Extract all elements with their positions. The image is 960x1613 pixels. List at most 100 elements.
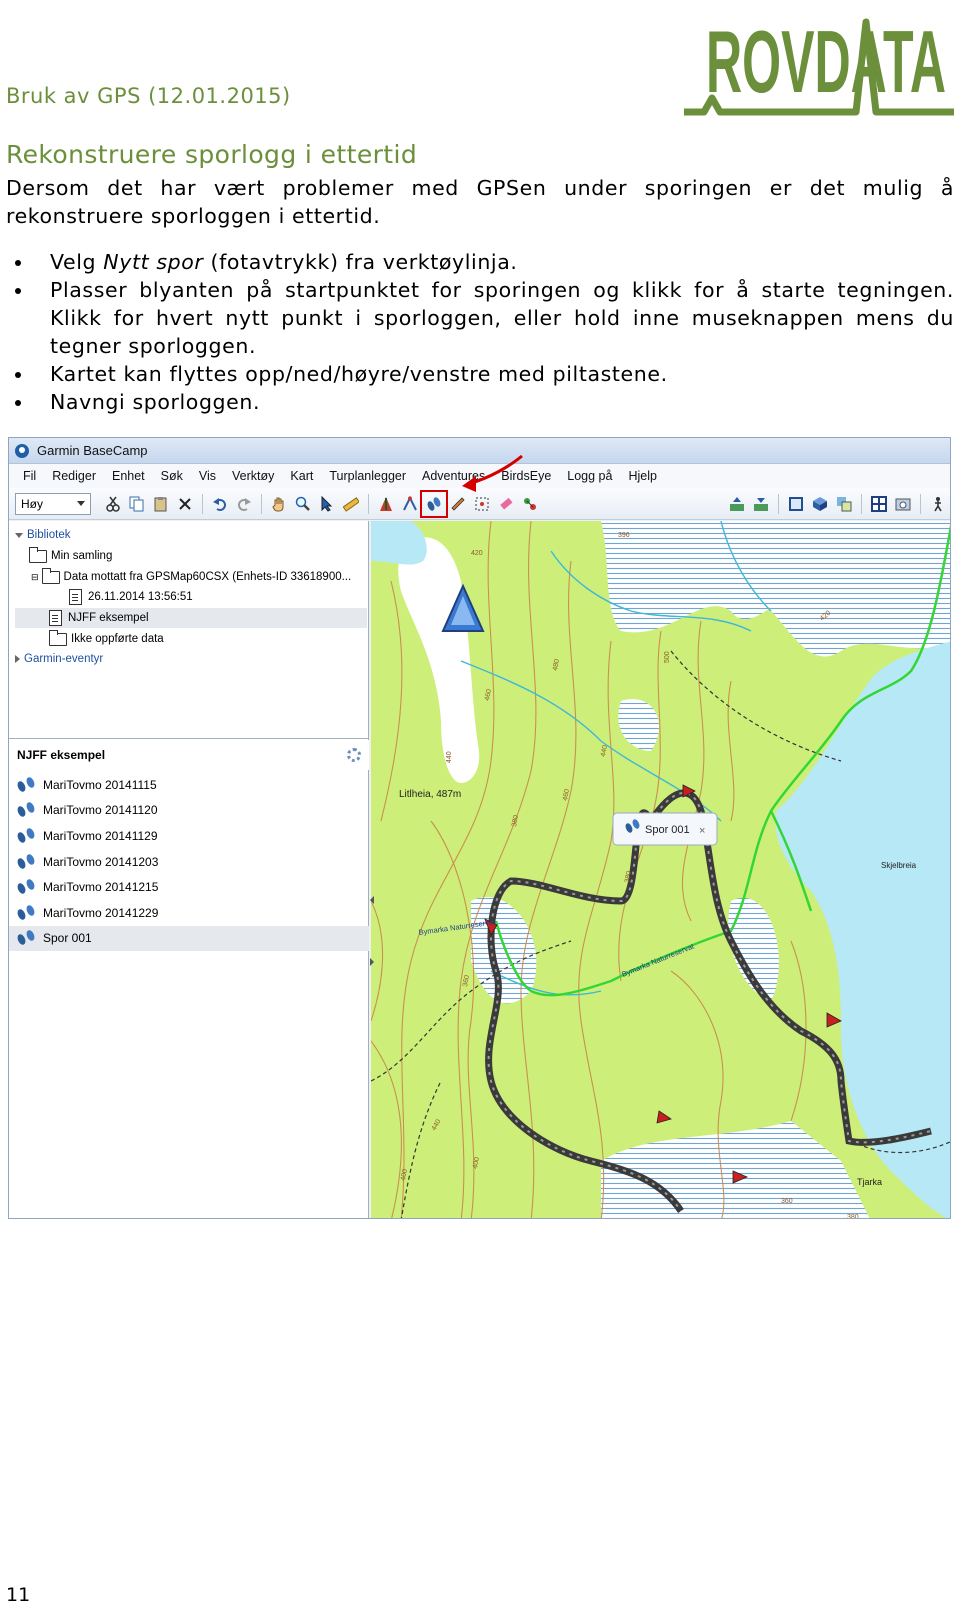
contour-label: 396	[618, 532, 630, 539]
2d-map-icon[interactable]	[786, 494, 806, 514]
callout-label: Spor 001	[645, 824, 690, 836]
library-tree: Bibliotek Min samling ⊟ Data mottatt fra…	[9, 521, 369, 739]
track-row[interactable]: MariTovmo 20141115	[9, 772, 369, 798]
track-footprint-icon	[16, 775, 37, 793]
menu-file[interactable]: Fil	[15, 469, 44, 483]
peak-label: Litlheia, 487m	[399, 789, 461, 800]
menu-device[interactable]: Enhet	[104, 469, 153, 483]
contour-label: 500	[664, 651, 671, 663]
delete-icon[interactable]	[175, 494, 195, 514]
menu-map[interactable]: Kart	[282, 469, 321, 483]
new-route-icon[interactable]	[400, 494, 420, 514]
photo-icon[interactable]	[893, 494, 913, 514]
page-number: 11	[6, 1584, 31, 1606]
tree-item-njff-example[interactable]: NJFF eksempel	[15, 608, 367, 628]
gear-icon[interactable]	[347, 748, 361, 762]
track-footprint-icon	[16, 878, 37, 896]
menu-search[interactable]: Søk	[153, 469, 191, 483]
list-item: Velg Nytt spor (fotavtrykk) fra verktøyl…	[0, 248, 954, 276]
list-item-text: Navngi sporloggen.	[50, 390, 261, 414]
list-item-text: Kartet kan flyttes opp/ned/høyre/venstre…	[50, 362, 668, 386]
expand-pane-icon[interactable]	[370, 958, 374, 966]
hiker-icon[interactable]	[928, 494, 948, 514]
collapse-toggle-icon[interactable]: ⊟	[31, 572, 39, 583]
redo-icon[interactable]	[234, 494, 254, 514]
folder-icon	[41, 567, 60, 584]
undo-icon[interactable]	[210, 494, 230, 514]
tree-item-label: 26.11.2014 13:56:51	[88, 591, 193, 603]
section-heading: Rekonstruere sporlogg i ettertid	[6, 140, 418, 169]
track-name: MariTovmo 20141115	[43, 777, 157, 792]
chevron-down-icon[interactable]	[15, 532, 23, 538]
track-name: Spor 001	[43, 931, 92, 946]
list-header: NJFF eksempel	[9, 740, 369, 770]
send-to-device-icon[interactable]	[727, 494, 747, 514]
receive-from-device-icon[interactable]	[751, 494, 771, 514]
track-row[interactable]: MariTovmo 20141229	[9, 900, 369, 926]
tree-item-unlisted-data[interactable]: Ikke oppførte data	[49, 629, 164, 649]
tree-item-label: Data mottatt fra GPSMap60CSX (Enhets-ID …	[63, 571, 352, 583]
split-view-icon[interactable]	[869, 494, 889, 514]
bullet-dot	[15, 260, 21, 266]
new-track-footprint-icon[interactable]	[420, 489, 448, 518]
contour-label: 360	[781, 1198, 793, 1205]
tree-item-device-list[interactable]: 26.11.2014 13:56:51	[69, 587, 193, 607]
track-footprint-icon	[16, 852, 37, 870]
tree-item-garmin-adventures[interactable]: Garmin-eventyr	[15, 649, 103, 669]
map-detail-value: Høy	[21, 496, 43, 511]
tree-item-my-collection[interactable]: Min samling	[29, 546, 112, 566]
bullet-dot	[15, 372, 21, 378]
menu-trip-planner[interactable]: Turplanlegger	[321, 469, 414, 483]
track-name: MariTovmo 20141229	[43, 905, 159, 920]
list-item-text: (fotavtrykk) fra verktøylinja.	[203, 250, 518, 274]
track-footprint-icon	[16, 801, 37, 819]
track-row[interactable]: MariTovmo 20141120	[9, 798, 369, 824]
menu-sign-in[interactable]: Logg på	[559, 469, 620, 483]
tree-item-device-data[interactable]: ⊟ Data mottatt fra GPSMap60CSX (Enhets-I…	[31, 567, 351, 587]
menu-help[interactable]: Hjelp	[620, 469, 665, 483]
list-item-text: Plasser blyanten på startpunktet for spo…	[50, 278, 954, 358]
3d-view-icon[interactable]	[810, 494, 830, 514]
menu-edit[interactable]: Rediger	[44, 469, 104, 483]
zoom-icon[interactable]	[293, 494, 313, 514]
hand-pan-icon[interactable]	[269, 494, 289, 514]
tree-item-library[interactable]: Bibliotek	[15, 525, 70, 545]
copy-icon[interactable]	[127, 494, 147, 514]
collapse-pane-icon[interactable]	[370, 896, 374, 904]
track-row[interactable]: MariTovmo 20141203	[9, 849, 369, 875]
track-name: MariTovmo 20141203	[43, 854, 159, 869]
list-item-text: Velg	[50, 250, 104, 274]
new-waypoint-icon[interactable]	[376, 494, 396, 514]
folder-icon	[29, 546, 47, 563]
track-list: MariTovmo 20141115 MariTovmo 20141120 Ma…	[9, 772, 369, 952]
overlay-icon[interactable]	[834, 494, 854, 514]
track-row[interactable]: MariTovmo 20141215	[9, 874, 369, 900]
tree-item-label: NJFF eksempel	[68, 612, 149, 624]
select-arrow-icon[interactable]	[317, 494, 337, 514]
toolbar-separator	[861, 493, 862, 514]
map-view[interactable]: Litlheia, 487m Skjelbreia Tjarka Bymarka…	[371, 521, 951, 1219]
track-footprint-icon	[16, 903, 37, 921]
toolbar-separator	[261, 493, 262, 514]
intro-paragraph: Dersom det har vært problemer med GPSen …	[6, 176, 954, 228]
paste-icon[interactable]	[151, 494, 171, 514]
chevron-right-icon[interactable]	[15, 655, 20, 663]
list-document-icon	[69, 589, 82, 605]
tree-item-label: Min samling	[51, 550, 113, 562]
emphasized-term: Nytt spor	[103, 250, 204, 274]
track-row-selected[interactable]: Spor 001	[9, 925, 369, 952]
tree-item-label: Bibliotek	[27, 529, 71, 541]
menu-tools[interactable]: Verktøy	[224, 469, 282, 483]
map-detail-select[interactable]: Høy	[15, 492, 91, 515]
bullet-dot	[15, 288, 21, 294]
cut-icon[interactable]	[103, 494, 123, 514]
track-row[interactable]: MariTovmo 20141129	[9, 823, 369, 849]
menu-view[interactable]: Vis	[191, 469, 224, 483]
annotation-arrow	[462, 454, 523, 492]
window-title: Garmin BaseCamp	[37, 443, 148, 458]
track-footprint-icon	[16, 827, 37, 844]
measure-icon[interactable]	[341, 494, 361, 514]
folder-icon	[49, 629, 67, 646]
document-title: Bruk av GPS (12.01.2015)	[6, 84, 291, 108]
list-item: Kartet kan flyttes opp/ned/høyre/venstre…	[0, 360, 954, 388]
